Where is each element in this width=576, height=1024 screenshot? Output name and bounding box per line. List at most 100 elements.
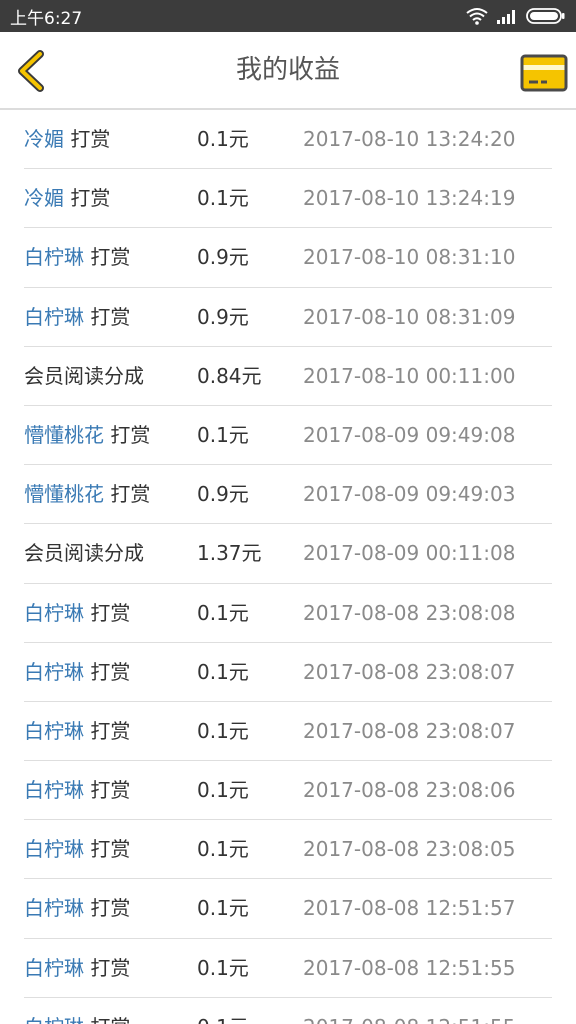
amount: 0.1元 bbox=[197, 837, 249, 862]
timestamp: 2017-08-09 09:49:03 bbox=[303, 482, 516, 507]
amount: 0.1元 bbox=[197, 955, 249, 980]
entry-source: 白柠琳 打赏 bbox=[24, 702, 130, 760]
action-label: 打赏 bbox=[90, 245, 131, 270]
list-item[interactable]: 白柠琳 打赏 0.1元 2017-08-08 12:51:55 bbox=[24, 998, 552, 1024]
page-title: 我的收益 bbox=[235, 55, 340, 85]
user-link[interactable]: 白柠琳 bbox=[24, 601, 84, 625]
user-link[interactable]: 白柠琳 bbox=[24, 956, 84, 980]
card-icon bbox=[520, 54, 568, 92]
amount: 0.1元 bbox=[197, 778, 249, 803]
timestamp: 2017-08-09 09:49:08 bbox=[303, 422, 516, 447]
status-icons bbox=[466, 7, 566, 25]
card-button[interactable] bbox=[520, 54, 568, 92]
source-label: 会员阅读分成 bbox=[24, 363, 144, 388]
app-bar: 我的收益 bbox=[0, 32, 576, 108]
status-bar: 上午6:27 bbox=[0, 0, 576, 32]
action-label: 打赏 bbox=[90, 1015, 130, 1024]
list-item[interactable]: 白柠琳 打赏 0.1元 2017-08-08 23:08:07 bbox=[24, 643, 552, 702]
list-item[interactable]: 会员阅读分成 1.37元 2017-08-09 00:11:08 bbox=[24, 524, 552, 584]
user-link[interactable]: 白柠琳 bbox=[24, 896, 84, 920]
entry-source: 白柠琳 打赏 bbox=[24, 820, 130, 878]
list-item[interactable]: 白柠琳 打赏 0.9元 2017-08-10 08:31:10 bbox=[24, 228, 552, 288]
timestamp: 2017-08-10 08:31:10 bbox=[303, 245, 516, 270]
entry-source: 白柠琳 打赏 bbox=[24, 584, 130, 642]
entry-source: 懵懂桃花 打赏 bbox=[24, 406, 150, 464]
timestamp: 2017-08-08 23:08:05 bbox=[303, 837, 516, 862]
timestamp: 2017-08-08 12:51:55 bbox=[303, 998, 515, 1024]
list-item[interactable]: 白柠琳 打赏 0.1元 2017-08-08 23:08:06 bbox=[24, 761, 552, 821]
entry-source: 白柠琳 打赏 bbox=[24, 288, 130, 346]
action-label: 打赏 bbox=[90, 659, 131, 684]
entry-source: 白柠琳 打赏 bbox=[24, 998, 130, 1024]
list-item[interactable]: 白柠琳 打赏 0.1元 2017-08-08 12:51:57 bbox=[24, 879, 552, 939]
user-link[interactable]: 白柠琳 bbox=[24, 1015, 84, 1024]
entry-source: 会员阅读分成 bbox=[24, 347, 144, 405]
action-label: 打赏 bbox=[90, 896, 131, 921]
timestamp: 2017-08-08 23:08:07 bbox=[303, 659, 516, 684]
list-item[interactable]: 懵懂桃花 打赏 0.9元 2017-08-09 09:49:03 bbox=[24, 465, 552, 525]
list-item[interactable]: 白柠琳 打赏 0.9元 2017-08-10 08:31:09 bbox=[24, 288, 552, 347]
user-link[interactable]: 白柠琳 bbox=[24, 837, 84, 861]
list-item[interactable]: 会员阅读分成 0.84元 2017-08-10 00:11:00 bbox=[24, 347, 552, 406]
back-button[interactable] bbox=[12, 50, 52, 92]
entry-source: 白柠琳 打赏 bbox=[24, 879, 130, 937]
list-item[interactable]: 白柠琳 打赏 0.1元 2017-08-08 23:08:07 bbox=[24, 702, 552, 762]
user-link[interactable]: 白柠琳 bbox=[24, 719, 84, 743]
amount: 0.1元 bbox=[197, 422, 249, 447]
amount: 0.84元 bbox=[197, 363, 262, 388]
user-link[interactable]: 白柠琳 bbox=[24, 660, 84, 684]
action-label: 打赏 bbox=[90, 955, 131, 980]
action-label: 打赏 bbox=[90, 600, 131, 625]
entry-source: 懵懂桃花 打赏 bbox=[24, 465, 150, 523]
list-item[interactable]: 白柠琳 打赏 0.1元 2017-08-08 23:08:05 bbox=[24, 820, 552, 880]
amount: 0.1元 bbox=[197, 127, 249, 151]
timestamp: 2017-08-08 12:51:57 bbox=[303, 896, 516, 921]
amount: 0.9元 bbox=[197, 482, 249, 507]
action-label: 打赏 bbox=[90, 718, 131, 743]
timestamp: 2017-08-08 23:08:07 bbox=[303, 718, 516, 743]
user-link[interactable]: 白柠琳 bbox=[24, 245, 84, 269]
entry-source: 会员阅读分成 bbox=[24, 524, 144, 582]
amount: 0.1元 bbox=[197, 659, 249, 684]
user-link[interactable]: 懵懂桃花 bbox=[24, 482, 104, 506]
amount: 0.9元 bbox=[197, 245, 249, 270]
list-item[interactable]: 冷媚 打赏 0.1元 2017-08-10 13:24:19 bbox=[24, 169, 552, 229]
action-label: 打赏 bbox=[90, 837, 131, 862]
user-link[interactable]: 白柠琳 bbox=[24, 305, 84, 329]
timestamp: 2017-08-10 13:24:19 bbox=[303, 186, 516, 211]
action-label: 打赏 bbox=[70, 186, 111, 211]
action-label: 打赏 bbox=[110, 482, 151, 507]
chevron-left-icon bbox=[18, 50, 44, 92]
timestamp: 2017-08-10 13:24:20 bbox=[303, 127, 516, 151]
wifi-icon bbox=[466, 8, 488, 25]
user-link[interactable]: 冷媚 bbox=[24, 127, 64, 151]
amount: 0.1元 bbox=[197, 998, 249, 1024]
entry-source: 白柠琳 打赏 bbox=[24, 761, 130, 819]
action-label: 打赏 bbox=[90, 304, 131, 329]
status-time: 上午6:27 bbox=[10, 8, 83, 29]
list-item[interactable]: 冷媚 打赏 0.1元 2017-08-10 13:24:20 bbox=[24, 110, 552, 170]
timestamp: 2017-08-10 08:31:09 bbox=[303, 304, 516, 329]
list-item[interactable]: 白柠琳 打赏 0.1元 2017-08-08 12:51:55 bbox=[24, 939, 552, 998]
battery-icon bbox=[526, 8, 565, 24]
list-item[interactable]: 懵懂桃花 打赏 0.1元 2017-08-09 09:49:08 bbox=[24, 406, 552, 466]
earnings-list: 冷媚 打赏 0.1元 2017-08-10 13:24:20 冷媚 打赏 0.1元 201… bbox=[0, 110, 576, 1024]
timestamp: 2017-08-09 00:11:08 bbox=[303, 541, 516, 566]
entry-source: 白柠琳 打赏 bbox=[24, 643, 130, 701]
amount: 0.9元 bbox=[197, 304, 249, 329]
action-label: 打赏 bbox=[70, 127, 111, 151]
user-link[interactable]: 冷媚 bbox=[24, 186, 64, 210]
user-link[interactable]: 白柠琳 bbox=[24, 778, 84, 802]
timestamp: 2017-08-08 23:08:08 bbox=[303, 600, 516, 625]
action-label: 打赏 bbox=[90, 778, 131, 803]
signal-icon bbox=[497, 10, 515, 24]
entry-source: 白柠琳 打赏 bbox=[24, 939, 130, 997]
amount: 0.1元 bbox=[197, 600, 249, 625]
entry-source: 白柠琳 打赏 bbox=[24, 228, 130, 286]
amount: 0.1元 bbox=[197, 896, 249, 921]
amount: 1.37元 bbox=[197, 541, 262, 566]
list-item[interactable]: 白柠琳 打赏 0.1元 2017-08-08 23:08:08 bbox=[24, 584, 552, 643]
user-link[interactable]: 懵懂桃花 bbox=[24, 423, 104, 447]
entry-source: 冷媚 打赏 bbox=[24, 110, 110, 168]
timestamp: 2017-08-08 23:08:06 bbox=[303, 778, 516, 803]
